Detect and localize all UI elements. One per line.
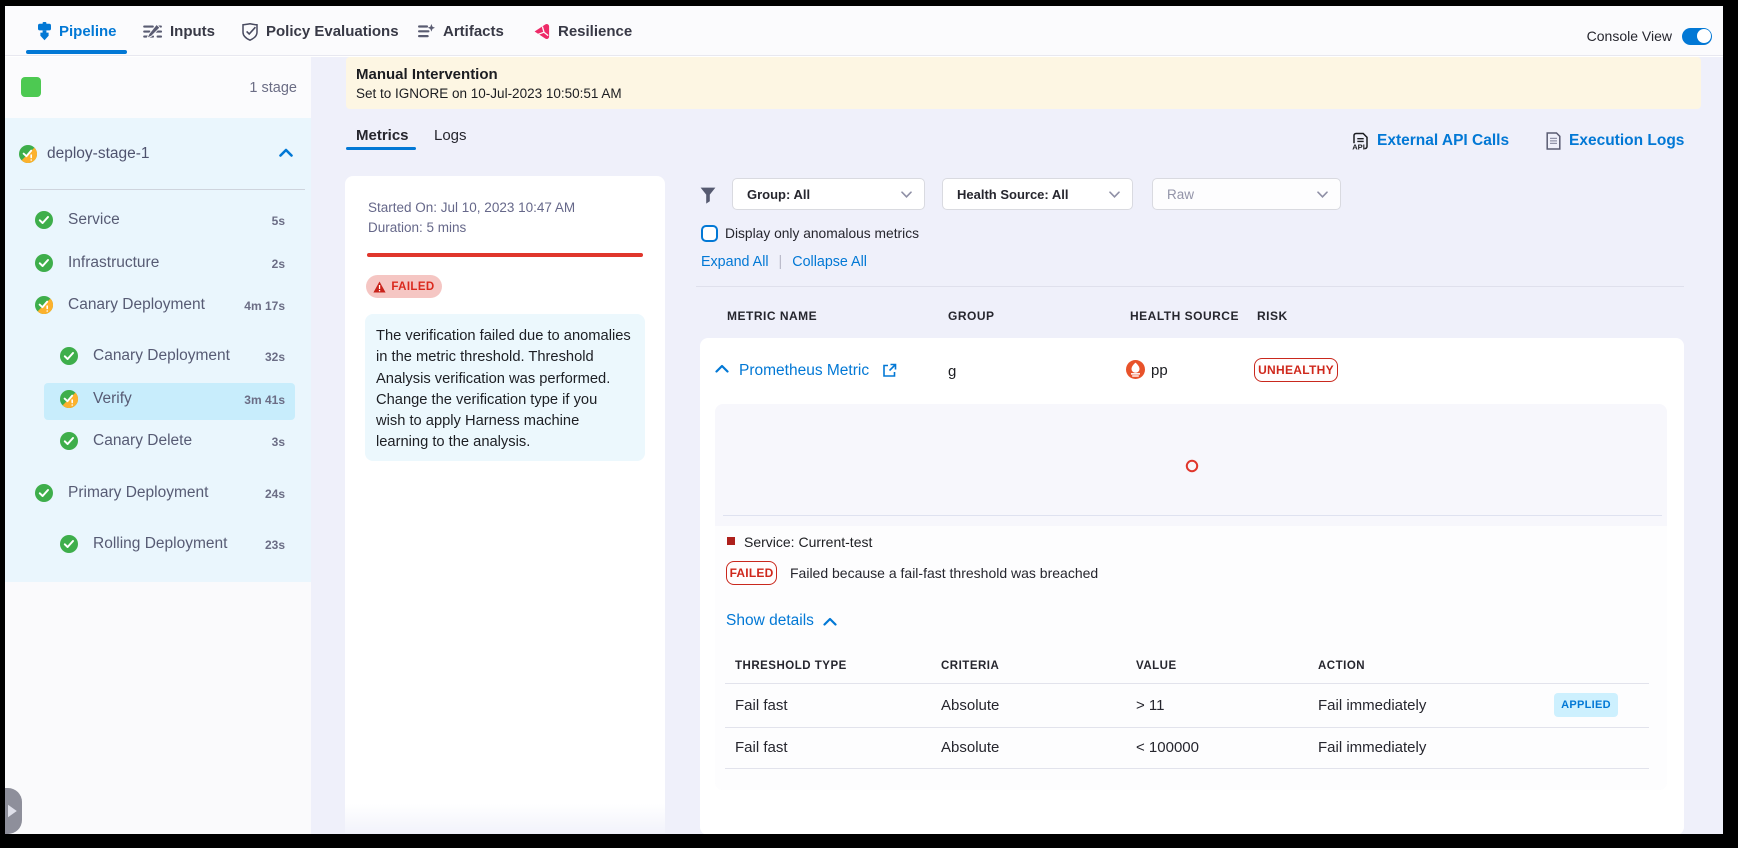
svg-text:API: API [1352,143,1365,150]
